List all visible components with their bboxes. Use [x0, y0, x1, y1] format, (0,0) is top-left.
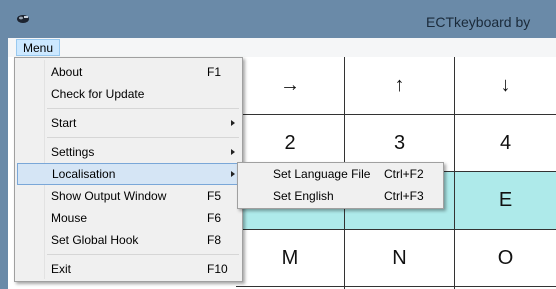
menu-item-label: Start	[51, 116, 77, 130]
menu-item-exit[interactable]: Exit F10	[17, 258, 240, 280]
submenu-item-set-language-file[interactable]: Set Language File Ctrl+F2	[240, 163, 441, 185]
menu-item-shortcut: F1	[207, 65, 222, 79]
menu-item-shortcut: F10	[207, 262, 228, 276]
keyboard-app-icon	[17, 15, 29, 23]
key-cell[interactable]: O	[455, 230, 556, 286]
menu-item-localisation[interactable]: Localisation	[17, 163, 240, 185]
submenu-item-set-english[interactable]: Set English Ctrl+F3	[240, 185, 441, 207]
menu-dropdown: About F1 Check for Update Start Settings…	[14, 57, 243, 282]
menu-item-shortcut: F5	[207, 189, 222, 203]
menu-item-start[interactable]: Start	[17, 112, 240, 134]
key-cell[interactable]: 4	[455, 115, 556, 171]
submenu-arrow-icon	[231, 149, 235, 155]
key-cell[interactable]: N	[345, 230, 454, 286]
submenu-arrow-icon	[231, 171, 235, 177]
menu-separator	[47, 254, 239, 255]
menu-item-set-global-hook[interactable]: Set Global Hook F8	[17, 229, 240, 251]
menu-item-label: Show Output Window	[51, 189, 167, 203]
menu-item-label: Localisation	[52, 167, 116, 181]
key-cell[interactable]: ↓	[455, 57, 556, 114]
submenu-item-shortcut: Ctrl+F3	[384, 189, 424, 203]
menu-separator	[47, 137, 239, 138]
menu-item-mouse[interactable]: Mouse F6	[17, 207, 240, 229]
key-cell[interactable]: →	[236, 57, 344, 114]
key-cell[interactable]: M	[236, 230, 344, 286]
submenu-arrow-icon	[231, 120, 235, 126]
localisation-submenu: Set Language File Ctrl+F2 Set English Ct…	[237, 162, 444, 209]
grid-line	[236, 286, 556, 287]
menu-item-label: Check for Update	[51, 87, 145, 101]
menu-item-settings[interactable]: Settings	[17, 141, 240, 163]
menu-button[interactable]: Menu	[16, 39, 61, 56]
menu-item-label: Exit	[51, 262, 72, 276]
menu-item-check-for-update[interactable]: Check for Update	[17, 83, 240, 105]
app-window: ECTkeyboard by Menu → ↑ ↓ 2 3 4 E M N O …	[0, 0, 556, 289]
menu-item-show-output-window[interactable]: Show Output Window F5	[17, 185, 240, 207]
menu-bar: Menu	[8, 38, 556, 57]
key-cell[interactable]: E	[455, 172, 556, 229]
menu-item-shortcut: F8	[207, 233, 222, 247]
submenu-item-shortcut: Ctrl+F2	[384, 167, 424, 181]
menu-item-about[interactable]: About F1	[17, 61, 240, 83]
menu-separator	[47, 108, 239, 109]
submenu-item-label: Set Language File	[273, 167, 371, 181]
title-bar[interactable]: ECTkeyboard by	[0, 0, 556, 38]
window-title: ECTkeyboard by	[426, 14, 531, 30]
menu-item-label: Set Global Hook	[51, 233, 139, 247]
menu-item-label: Mouse	[51, 211, 88, 225]
key-cell[interactable]: ↑	[345, 57, 454, 114]
menu-item-label: About	[51, 65, 83, 79]
menu-item-label: Settings	[51, 145, 95, 159]
submenu-item-label: Set English	[273, 189, 334, 203]
menu-item-shortcut: F6	[207, 211, 222, 225]
